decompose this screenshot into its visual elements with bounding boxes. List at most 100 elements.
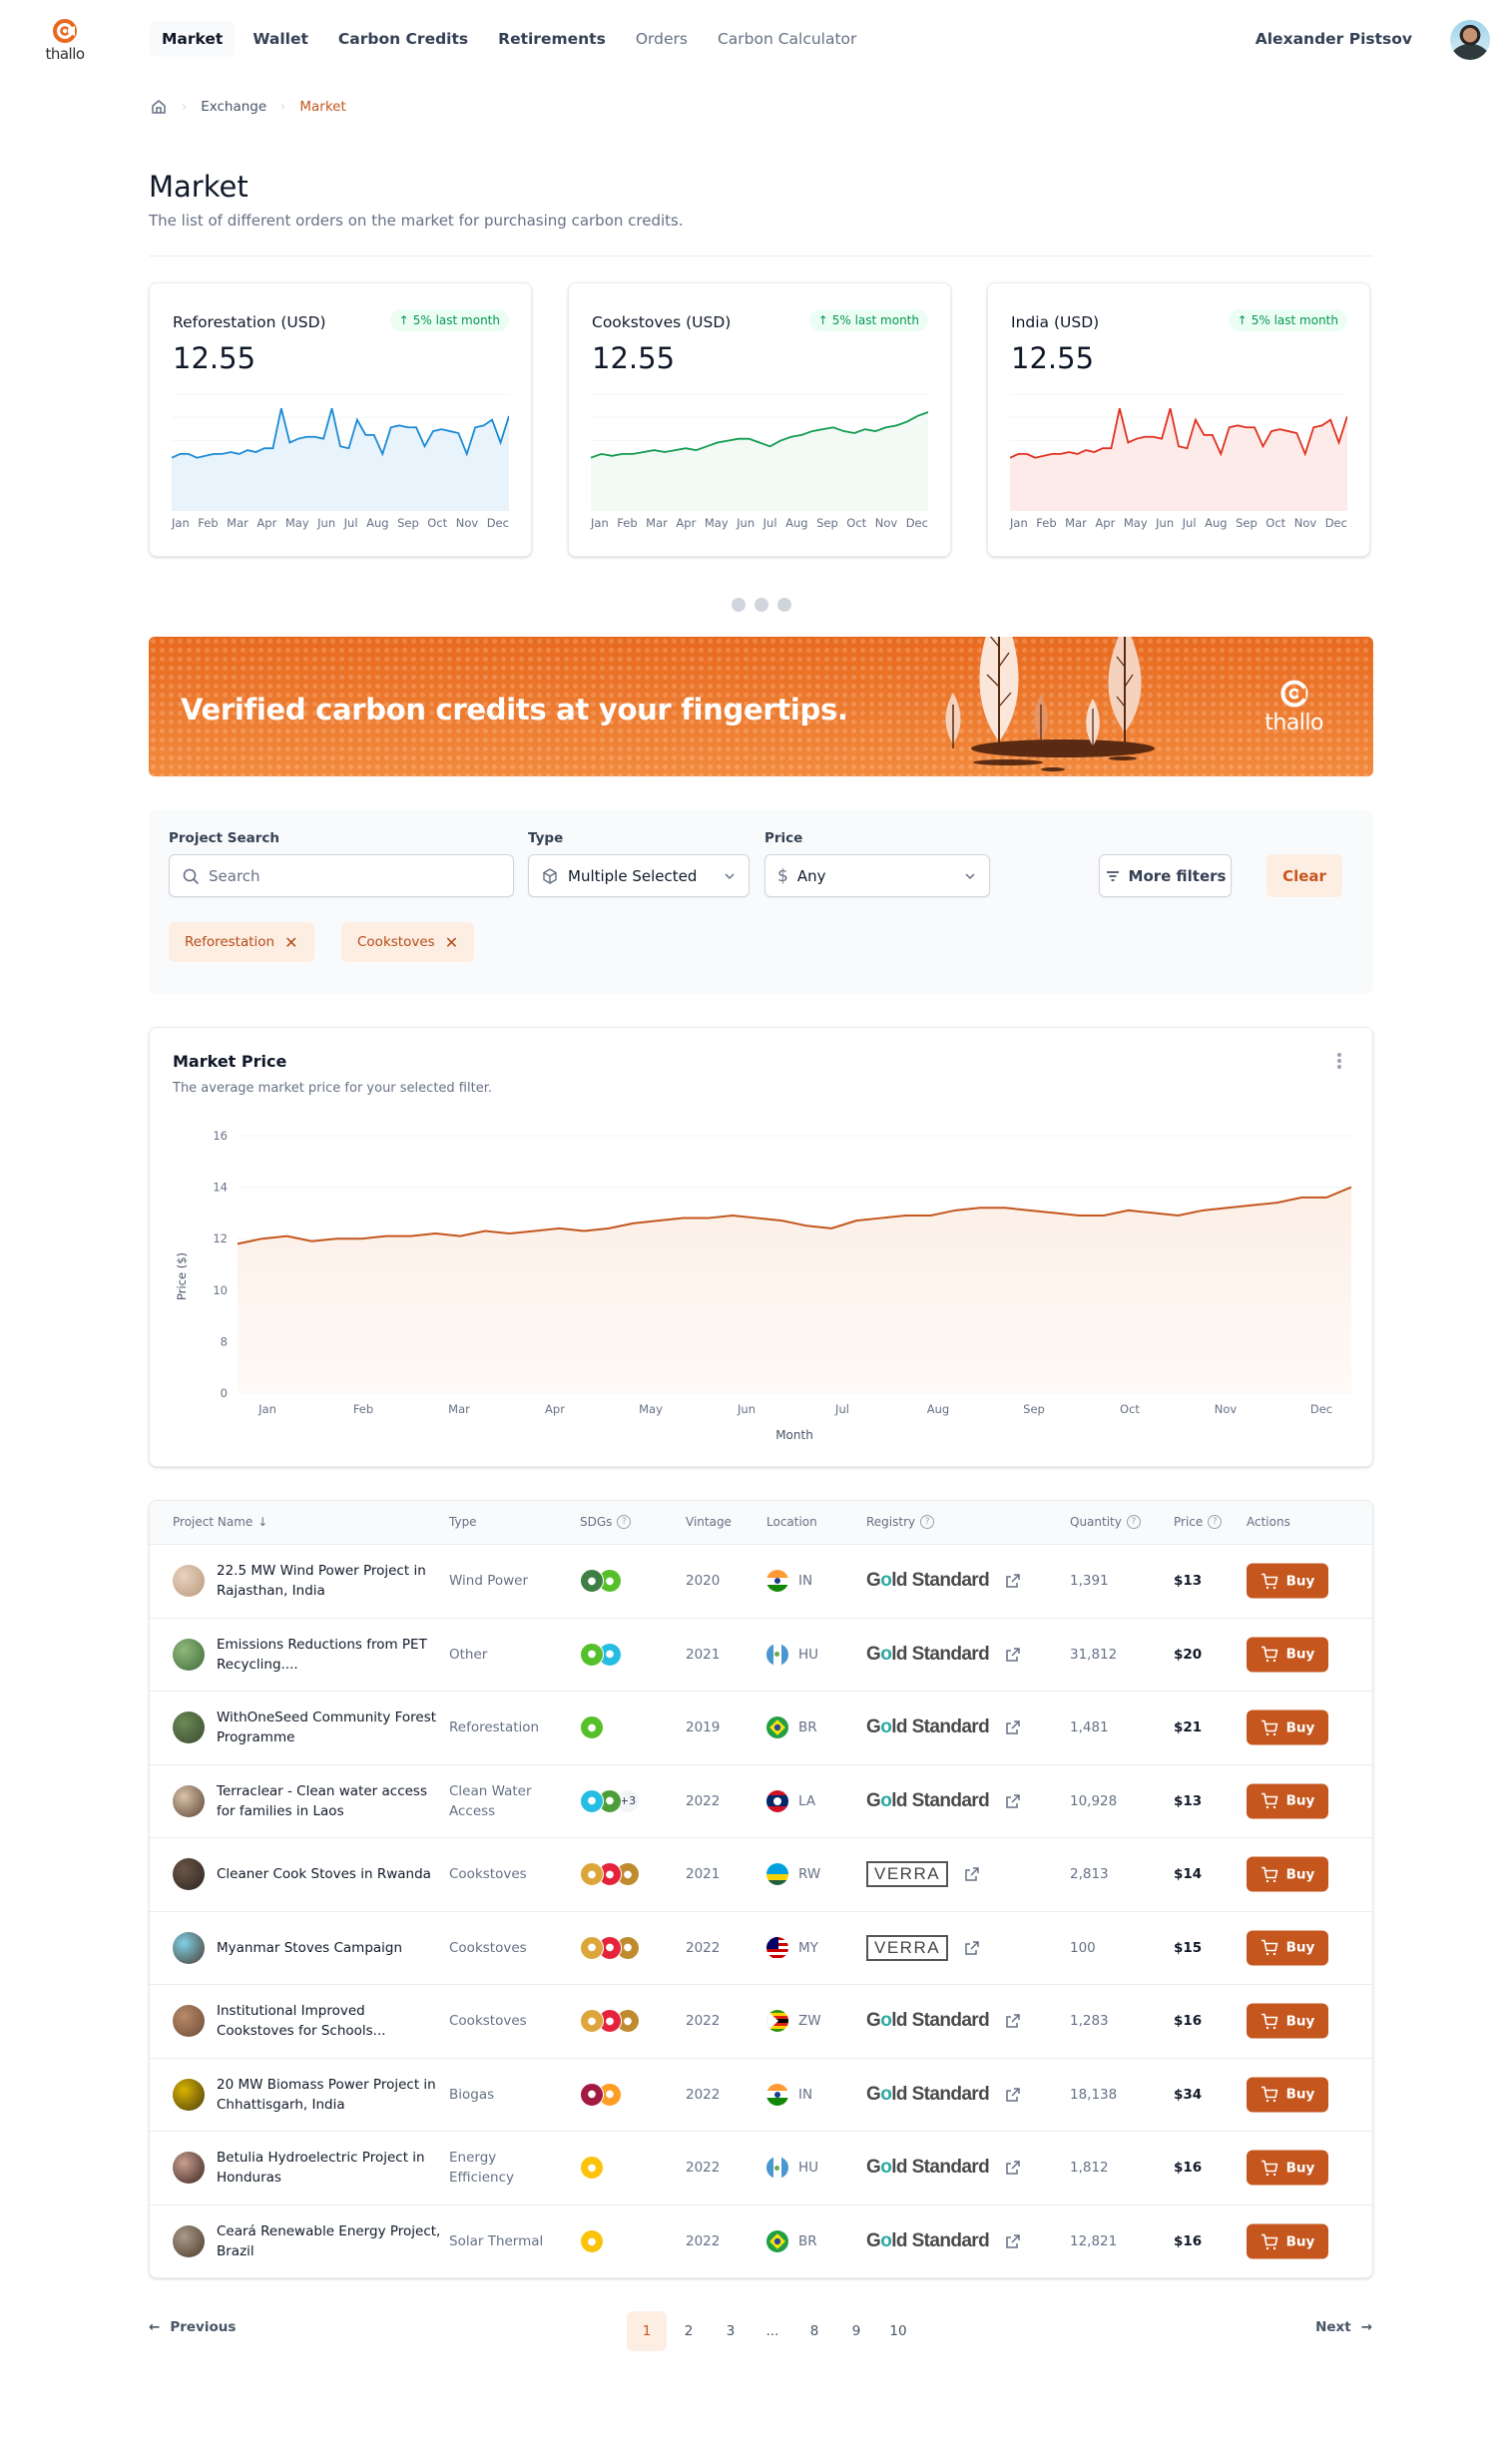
project-thumbnail[interactable] [173, 1712, 205, 1744]
table-row[interactable]: Institutional Improved Cookstoves for Sc… [150, 1985, 1372, 2059]
project-name[interactable]: Myanmar Stoves Campaign [217, 1938, 446, 1958]
page-button[interactable]: 2 [669, 2311, 709, 2351]
external-link-icon[interactable] [1005, 2013, 1021, 2029]
nav-item-carbon-calculator[interactable]: Carbon Calculator [706, 21, 868, 57]
help-circle-icon[interactable]: ? [617, 1515, 632, 1529]
table-row[interactable]: 20 MW Biomass Power Project in Chhattisg… [150, 2059, 1372, 2132]
buy-button[interactable]: Buy [1247, 1563, 1328, 1599]
page-button[interactable]: 3 [711, 2311, 751, 2351]
stat-card[interactable]: Reforestation (USD) 12.55 ↑ 5% last month… [149, 282, 532, 557]
buy-button[interactable]: Buy [1247, 2223, 1328, 2259]
external-link-icon[interactable] [1005, 2160, 1021, 2176]
registry: VERRA [866, 1861, 980, 1888]
project-type: Reforestation [449, 1719, 540, 1736]
search-input[interactable]: Search [169, 854, 514, 897]
table-row[interactable]: Emissions Reductions from PET Recycling.… [150, 1619, 1372, 1692]
project-thumbnail[interactable] [173, 2005, 205, 2038]
project-name[interactable]: Terraclear - Clean water access for fami… [217, 1781, 446, 1821]
user-avatar[interactable] [1450, 20, 1490, 60]
buy-button[interactable]: Buy [1247, 2077, 1328, 2113]
table-row[interactable]: 22.5 MW Wind Power Project in Rajasthan,… [150, 1545, 1372, 1619]
page-button[interactable]: 8 [794, 2311, 834, 2351]
price-select[interactable]: $ Any [764, 854, 990, 897]
external-link-icon[interactable] [1005, 1573, 1021, 1589]
buy-button[interactable]: Buy [1247, 1783, 1328, 1819]
close-icon[interactable]: ✕ [445, 933, 458, 952]
carousel-dot[interactable] [755, 598, 768, 612]
quantity: 1,283 [1070, 2013, 1109, 2030]
page-button[interactable]: 1 [627, 2311, 667, 2351]
breadcrumb-exchange[interactable]: Exchange [201, 99, 266, 115]
project-type: Other [449, 1646, 488, 1663]
buy-button[interactable]: Buy [1247, 1637, 1328, 1673]
project-name[interactable]: WithOneSeed Community Forest Programme [217, 1708, 446, 1747]
page-button[interactable]: 10 [878, 2311, 918, 2351]
buy-button[interactable]: Buy [1247, 2003, 1328, 2039]
help-circle-icon[interactable]: ? [920, 1515, 935, 1529]
nav-item-orders[interactable]: Orders [624, 21, 700, 57]
close-icon[interactable]: ✕ [284, 933, 297, 952]
table-row[interactable]: Terraclear - Clean water access for fami… [150, 1765, 1372, 1838]
project-name[interactable]: 20 MW Biomass Power Project in Chhattisg… [217, 2075, 446, 2115]
table-row[interactable]: Cleaner Cook Stoves in Rwanda Cookstoves… [150, 1838, 1372, 1912]
col-project-name[interactable]: Project Name ↓ [173, 1515, 267, 1529]
logo-wordmark: thallo [45, 45, 85, 63]
thallo-logo[interactable]: thallo [40, 18, 90, 64]
table-row[interactable]: Ceará Renewable Energy Project, Brazil S… [150, 2205, 1372, 2278]
flag-icon [766, 2230, 788, 2253]
table-row[interactable]: Betulia Hydroelectric Project in Hondura… [150, 2132, 1372, 2205]
buy-button[interactable]: Buy [1247, 1856, 1328, 1892]
carousel-dot[interactable] [732, 598, 746, 612]
project-thumbnail[interactable] [173, 1858, 205, 1891]
nav-item-wallet[interactable]: Wallet [241, 21, 320, 57]
external-link-icon[interactable] [964, 1940, 980, 1956]
external-link-icon[interactable] [1005, 2087, 1021, 2103]
help-circle-icon[interactable]: ? [1126, 1515, 1141, 1529]
month-tick: Dec [905, 516, 928, 530]
external-link-icon[interactable] [1005, 1647, 1021, 1663]
stat-card[interactable]: Cookstoves (USD) 12.55 ↑ 5% last month Ja… [568, 282, 951, 557]
project-thumbnail[interactable] [173, 1565, 205, 1598]
carousel-dot[interactable] [777, 598, 791, 612]
buy-button[interactable]: Buy [1247, 2150, 1328, 2186]
user-name[interactable]: Alexander Pistsov [1256, 30, 1412, 48]
project-thumbnail[interactable] [173, 1931, 205, 1964]
project-thumbnail[interactable] [173, 2152, 205, 2185]
project-name[interactable]: 22.5 MW Wind Power Project in Rajasthan,… [217, 1561, 446, 1601]
more-vertical-icon[interactable] [1334, 1050, 1344, 1072]
external-link-icon[interactable] [1005, 1793, 1021, 1809]
project-thumbnail[interactable] [173, 1784, 205, 1817]
type-select[interactable]: Multiple Selected [528, 854, 750, 897]
project-thumbnail[interactable] [173, 1638, 205, 1671]
more-filters-button[interactable]: More filters [1099, 854, 1232, 897]
project-name[interactable]: Cleaner Cook Stoves in Rwanda [217, 1864, 446, 1884]
project-thumbnail[interactable] [173, 2078, 205, 2111]
project-thumbnail[interactable] [173, 2225, 205, 2258]
previous-button[interactable]: ← Previous [149, 2319, 236, 2335]
clear-button[interactable]: Clear [1266, 854, 1342, 897]
project-name[interactable]: Betulia Hydroelectric Project in Hondura… [217, 2148, 446, 2188]
col-type: Type [449, 1515, 477, 1529]
filter-chip-reforestation[interactable]: Reforestation ✕ [169, 922, 314, 962]
buy-button[interactable]: Buy [1247, 1710, 1328, 1745]
next-button[interactable]: Next → [1315, 2319, 1372, 2335]
external-link-icon[interactable] [1005, 2233, 1021, 2249]
nav-item-carbon-credits[interactable]: Carbon Credits [326, 21, 480, 57]
buy-button[interactable]: Buy [1247, 1930, 1328, 1966]
project-type: Wind Power [449, 1573, 529, 1590]
table-row[interactable]: WithOneSeed Community Forest Programme R… [150, 1692, 1372, 1765]
stat-card[interactable]: India (USD) 12.55 ↑ 5% last month Jan Feb M… [987, 282, 1370, 557]
project-name[interactable]: Emissions Reductions from PET Recycling.… [217, 1635, 446, 1675]
help-circle-icon[interactable]: ? [1208, 1515, 1223, 1529]
project-name[interactable]: Ceará Renewable Energy Project, Brazil [217, 2221, 446, 2261]
external-link-icon[interactable] [1005, 1719, 1021, 1735]
filter-chip-cookstoves[interactable]: Cookstoves ✕ [341, 922, 475, 962]
project-name[interactable]: Institutional Improved Cookstoves for Sc… [217, 2001, 446, 2041]
home-icon[interactable] [150, 98, 168, 116]
banner-headline: Verified carbon credits at your fingerti… [181, 693, 848, 727]
nav-item-retirements[interactable]: Retirements [486, 21, 618, 57]
nav-item-market[interactable]: Market [150, 21, 236, 57]
external-link-icon[interactable] [964, 1866, 980, 1882]
table-row[interactable]: Myanmar Stoves Campaign Cookstoves ● ● ● 2… [150, 1912, 1372, 1985]
page-button[interactable]: 9 [836, 2311, 876, 2351]
